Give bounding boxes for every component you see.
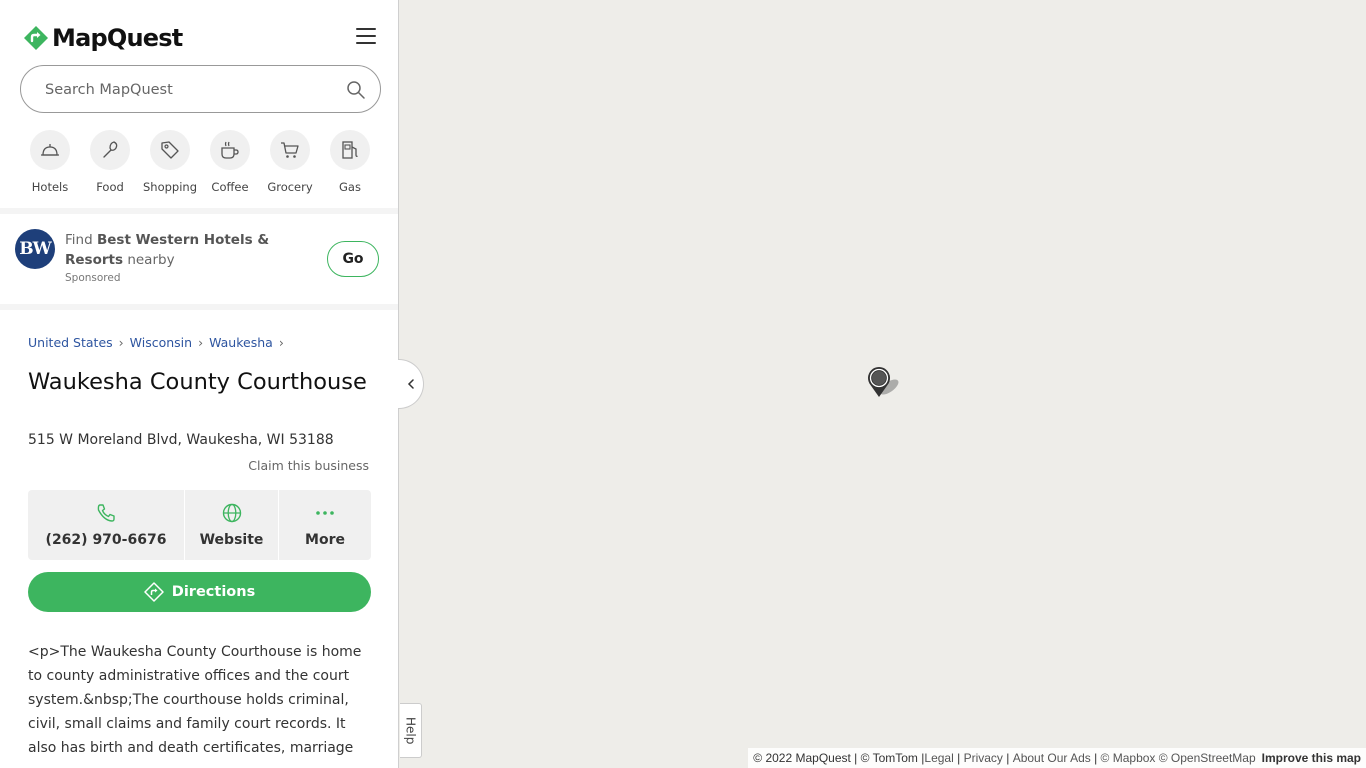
action-bar: (262) 970-6676 Website More — [28, 490, 371, 560]
improve-map-link[interactable]: Improve this map — [1262, 751, 1361, 765]
legal-link[interactable]: Legal — [924, 751, 953, 765]
category-label: Grocery — [267, 180, 313, 194]
category-coffee[interactable]: Coffee — [200, 130, 260, 194]
phone-icon — [97, 504, 115, 522]
mapquest-logo-icon — [24, 26, 48, 50]
search-box — [20, 65, 381, 113]
globe-icon — [222, 503, 241, 523]
section-divider — [0, 208, 398, 214]
help-label: Help — [403, 716, 418, 745]
mapbox-osm-link[interactable]: © Mapbox © OpenStreetMap — [1101, 751, 1256, 765]
call-button[interactable]: (262) 970-6676 — [28, 490, 184, 560]
directions-button[interactable]: Directions — [28, 572, 371, 612]
chevron-right-icon: › — [198, 335, 204, 350]
privacy-link[interactable]: Privacy — [964, 751, 1003, 765]
place-address: 515 W Moreland Blvd, Waukesha, WI 53188 — [28, 432, 334, 448]
search-icon[interactable] — [346, 80, 366, 100]
breadcrumb-link[interactable]: Waukesha — [209, 335, 273, 350]
category-bar: Hotels Food Shopping Coffee Grocery Gas — [20, 130, 380, 194]
more-button[interactable]: More — [278, 490, 371, 560]
category-label: Gas — [339, 180, 361, 194]
website-button[interactable]: Website — [184, 490, 278, 560]
category-label: Coffee — [211, 180, 249, 194]
tag-icon — [161, 141, 179, 159]
breadcrumb-link[interactable]: United States — [28, 335, 113, 350]
claim-business-link[interactable]: Claim this business — [248, 458, 369, 473]
section-divider — [0, 304, 398, 310]
ad-find: Find — [65, 232, 93, 248]
ad-text[interactable]: Find Best Western Hotels & Resorts nearb… — [65, 230, 305, 270]
copyright-text: © 2022 MapQuest | © TomTom | — [753, 751, 925, 765]
breadcrumb-link[interactable]: Wisconsin — [130, 335, 192, 350]
more-label: More — [305, 532, 345, 548]
category-label: Hotels — [31, 180, 69, 194]
about-ads-link[interactable]: About Our Ads — [1013, 751, 1091, 765]
phone-number: (262) 970-6676 — [45, 532, 167, 548]
category-gas[interactable]: Gas — [320, 130, 380, 194]
coffee-icon — [221, 141, 239, 159]
sponsored-label: Sponsored — [65, 272, 121, 284]
ad-nearby: nearby — [127, 252, 175, 268]
go-button[interactable]: Go — [327, 241, 379, 277]
search-input[interactable] — [45, 78, 335, 102]
directions-label: Directions — [171, 584, 256, 600]
map-attribution: © 2022 MapQuest | © TomTom | Legal | Pri… — [748, 748, 1366, 768]
location-pin-icon[interactable] — [864, 363, 904, 403]
header: MapQuest — [0, 0, 398, 60]
menu-icon[interactable] — [356, 28, 376, 46]
breadcrumb: United States › Wisconsin › Waukesha › — [28, 335, 290, 350]
category-hotels[interactable]: Hotels — [20, 130, 80, 194]
directions-icon — [144, 582, 164, 602]
category-label: Shopping — [142, 180, 197, 194]
help-tab[interactable]: Help — [400, 703, 422, 758]
website-label: Website — [199, 532, 264, 548]
chevron-right-icon: › — [118, 335, 124, 350]
logo[interactable]: MapQuest — [24, 24, 183, 52]
category-grocery[interactable]: Grocery — [260, 130, 320, 194]
sidebar: MapQuest Hotels — [0, 0, 399, 768]
more-dots-icon — [316, 511, 334, 515]
bell-icon — [41, 144, 59, 156]
gas-pump-icon — [342, 141, 358, 159]
best-western-logo: BW — [15, 229, 55, 269]
page-title: Waukesha County Courthouse — [28, 369, 367, 395]
category-label: Food — [96, 180, 124, 194]
utensils-icon — [103, 141, 118, 158]
chevron-right-icon: › — [278, 335, 284, 350]
category-shopping[interactable]: Shopping — [140, 130, 200, 194]
category-food[interactable]: Food — [80, 130, 140, 194]
brand-name: MapQuest — [52, 24, 183, 52]
place-description: <p>The Waukesha County Courthouse is hom… — [28, 644, 362, 756]
cart-icon — [281, 142, 299, 158]
